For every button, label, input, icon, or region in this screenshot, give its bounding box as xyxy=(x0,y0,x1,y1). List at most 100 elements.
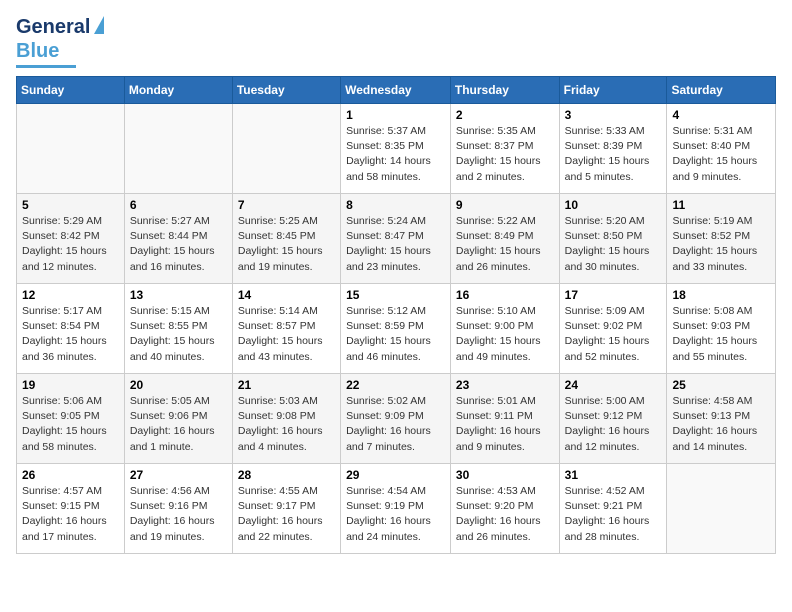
day-number: 18 xyxy=(672,288,770,302)
day-info: Sunrise: 5:20 AM Sunset: 8:50 PM Dayligh… xyxy=(565,214,662,275)
day-number: 10 xyxy=(565,198,662,212)
day-info: Sunrise: 5:19 AM Sunset: 8:52 PM Dayligh… xyxy=(672,214,770,275)
day-number: 23 xyxy=(456,378,554,392)
calendar-cell: 24 Sunrise: 5:00 AM Sunset: 9:12 PM Dayli… xyxy=(559,374,667,464)
day-info: Sunrise: 5:14 AM Sunset: 8:57 PM Dayligh… xyxy=(238,304,335,365)
calendar-cell: 28Sunrise: 4:55 AM Sunset: 9:17 PM Dayli… xyxy=(232,464,340,554)
calendar-cell: 8 Sunrise: 5:24 AM Sunset: 8:47 PM Daylig… xyxy=(341,194,451,284)
calendar-cell: 19 Sunrise: 5:06 AM Sunset: 9:05 PM Dayli… xyxy=(17,374,125,464)
calendar-table: SundayMondayTuesdayWednesdayThursdayFrid… xyxy=(16,76,776,554)
day-info: Sunrise: 5:37 AM Sunset: 8:35 PM Dayligh… xyxy=(346,124,445,185)
week-row-4: 19 Sunrise: 5:06 AM Sunset: 9:05 PM Dayli… xyxy=(17,374,776,464)
day-info: Sunrise: 5:00 AM Sunset: 9:12 PM Dayligh… xyxy=(565,394,662,455)
calendar-cell: 26 Sunrise: 4:57 AM Sunset: 9:15 PM Dayli… xyxy=(17,464,125,554)
calendar-cell: 5Sunrise: 5:29 AM Sunset: 8:42 PM Daylig… xyxy=(17,194,125,284)
calendar-cell xyxy=(667,464,776,554)
week-row-2: 5Sunrise: 5:29 AM Sunset: 8:42 PM Daylig… xyxy=(17,194,776,284)
header-row: SundayMondayTuesdayWednesdayThursdayFrid… xyxy=(17,77,776,104)
day-number: 4 xyxy=(672,108,770,122)
day-info: Sunrise: 5:05 AM Sunset: 9:06 PM Dayligh… xyxy=(130,394,227,455)
calendar-cell: 2 Sunrise: 5:35 AM Sunset: 8:37 PM Daylig… xyxy=(450,104,559,194)
week-row-5: 26 Sunrise: 4:57 AM Sunset: 9:15 PM Dayli… xyxy=(17,464,776,554)
day-info: Sunrise: 5:27 AM Sunset: 8:44 PM Dayligh… xyxy=(130,214,227,275)
calendar-cell: 23 Sunrise: 5:01 AM Sunset: 9:11 PM Dayli… xyxy=(450,374,559,464)
header-wednesday: Wednesday xyxy=(341,77,451,104)
day-number: 6 xyxy=(130,198,227,212)
calendar-cell: 6 Sunrise: 5:27 AM Sunset: 8:44 PM Daylig… xyxy=(124,194,232,284)
day-info: Sunrise: 5:22 AM Sunset: 8:49 PM Dayligh… xyxy=(456,214,554,275)
calendar-cell xyxy=(17,104,125,194)
day-number: 8 xyxy=(346,198,445,212)
day-info: Sunrise: 4:57 AM Sunset: 9:15 PM Dayligh… xyxy=(22,484,119,545)
calendar-cell: 11 Sunrise: 5:19 AM Sunset: 8:52 PM Dayli… xyxy=(667,194,776,284)
calendar-cell: 12 Sunrise: 5:17 AM Sunset: 8:54 PM Dayli… xyxy=(17,284,125,374)
page-header: General Blue xyxy=(16,16,776,68)
day-info: Sunrise: 5:15 AM Sunset: 8:55 PM Dayligh… xyxy=(130,304,227,365)
day-number: 2 xyxy=(456,108,554,122)
day-info: Sunrise: 5:09 AM Sunset: 9:02 PM Dayligh… xyxy=(565,304,662,365)
calendar-cell: 4 Sunrise: 5:31 AM Sunset: 8:40 PM Daylig… xyxy=(667,104,776,194)
day-info: Sunrise: 4:54 AM Sunset: 9:19 PM Dayligh… xyxy=(346,484,445,545)
day-number: 14 xyxy=(238,288,335,302)
calendar-cell: 21Sunrise: 5:03 AM Sunset: 9:08 PM Dayli… xyxy=(232,374,340,464)
day-number: 9 xyxy=(456,198,554,212)
calendar-cell: 15Sunrise: 5:12 AM Sunset: 8:59 PM Dayli… xyxy=(341,284,451,374)
day-number: 16 xyxy=(456,288,554,302)
day-number: 7 xyxy=(238,198,335,212)
calendar-cell: 20 Sunrise: 5:05 AM Sunset: 9:06 PM Dayli… xyxy=(124,374,232,464)
calendar-cell: 17 Sunrise: 5:09 AM Sunset: 9:02 PM Dayli… xyxy=(559,284,667,374)
header-thursday: Thursday xyxy=(450,77,559,104)
day-info: Sunrise: 4:56 AM Sunset: 9:16 PM Dayligh… xyxy=(130,484,227,545)
calendar-cell: 3Sunrise: 5:33 AM Sunset: 8:39 PM Daylig… xyxy=(559,104,667,194)
day-info: Sunrise: 5:35 AM Sunset: 8:37 PM Dayligh… xyxy=(456,124,554,185)
day-info: Sunrise: 5:17 AM Sunset: 8:54 PM Dayligh… xyxy=(22,304,119,365)
day-number: 26 xyxy=(22,468,119,482)
header-monday: Monday xyxy=(124,77,232,104)
day-number: 29 xyxy=(346,468,445,482)
day-number: 12 xyxy=(22,288,119,302)
week-row-1: 1Sunrise: 5:37 AM Sunset: 8:35 PM Daylig… xyxy=(17,104,776,194)
header-saturday: Saturday xyxy=(667,77,776,104)
week-row-3: 12 Sunrise: 5:17 AM Sunset: 8:54 PM Dayli… xyxy=(17,284,776,374)
calendar-cell: 30 Sunrise: 4:53 AM Sunset: 9:20 PM Dayli… xyxy=(450,464,559,554)
logo-general: General xyxy=(16,16,90,38)
day-number: 28 xyxy=(238,468,335,482)
calendar-cell: 22Sunrise: 5:02 AM Sunset: 9:09 PM Dayli… xyxy=(341,374,451,464)
calendar-cell: 1Sunrise: 5:37 AM Sunset: 8:35 PM Daylig… xyxy=(341,104,451,194)
day-number: 19 xyxy=(22,378,119,392)
logo: General Blue xyxy=(16,16,90,68)
calendar-cell: 7 Sunrise: 5:25 AM Sunset: 8:45 PM Daylig… xyxy=(232,194,340,284)
day-info: Sunrise: 5:10 AM Sunset: 9:00 PM Dayligh… xyxy=(456,304,554,365)
header-tuesday: Tuesday xyxy=(232,77,340,104)
logo-blue: Blue xyxy=(16,40,59,63)
day-info: Sunrise: 5:08 AM Sunset: 9:03 PM Dayligh… xyxy=(672,304,770,365)
day-info: Sunrise: 5:31 AM Sunset: 8:40 PM Dayligh… xyxy=(672,124,770,185)
day-info: Sunrise: 4:53 AM Sunset: 9:20 PM Dayligh… xyxy=(456,484,554,545)
day-number: 20 xyxy=(130,378,227,392)
day-number: 3 xyxy=(565,108,662,122)
calendar-cell: 9 Sunrise: 5:22 AM Sunset: 8:49 PM Daylig… xyxy=(450,194,559,284)
calendar-cell: 27Sunrise: 4:56 AM Sunset: 9:16 PM Dayli… xyxy=(124,464,232,554)
calendar-cell: 16 Sunrise: 5:10 AM Sunset: 9:00 PM Dayli… xyxy=(450,284,559,374)
day-info: Sunrise: 4:58 AM Sunset: 9:13 PM Dayligh… xyxy=(672,394,770,455)
calendar-cell: 25 Sunrise: 4:58 AM Sunset: 9:13 PM Dayli… xyxy=(667,374,776,464)
day-info: Sunrise: 5:01 AM Sunset: 9:11 PM Dayligh… xyxy=(456,394,554,455)
calendar-cell xyxy=(232,104,340,194)
day-number: 22 xyxy=(346,378,445,392)
day-number: 11 xyxy=(672,198,770,212)
calendar-cell: 31Sunrise: 4:52 AM Sunset: 9:21 PM Dayli… xyxy=(559,464,667,554)
day-info: Sunrise: 5:24 AM Sunset: 8:47 PM Dayligh… xyxy=(346,214,445,275)
calendar-cell: 18 Sunrise: 5:08 AM Sunset: 9:03 PM Dayli… xyxy=(667,284,776,374)
day-info: Sunrise: 5:25 AM Sunset: 8:45 PM Dayligh… xyxy=(238,214,335,275)
day-info: Sunrise: 5:03 AM Sunset: 9:08 PM Dayligh… xyxy=(238,394,335,455)
calendar-cell: 14 Sunrise: 5:14 AM Sunset: 8:57 PM Dayli… xyxy=(232,284,340,374)
day-info: Sunrise: 5:29 AM Sunset: 8:42 PM Dayligh… xyxy=(22,214,119,275)
day-number: 24 xyxy=(565,378,662,392)
day-info: Sunrise: 5:06 AM Sunset: 9:05 PM Dayligh… xyxy=(22,394,119,455)
day-number: 17 xyxy=(565,288,662,302)
day-number: 25 xyxy=(672,378,770,392)
calendar-cell: 29 Sunrise: 4:54 AM Sunset: 9:19 PM Dayli… xyxy=(341,464,451,554)
day-info: Sunrise: 4:52 AM Sunset: 9:21 PM Dayligh… xyxy=(565,484,662,545)
day-info: Sunrise: 5:12 AM Sunset: 8:59 PM Dayligh… xyxy=(346,304,445,365)
day-number: 30 xyxy=(456,468,554,482)
